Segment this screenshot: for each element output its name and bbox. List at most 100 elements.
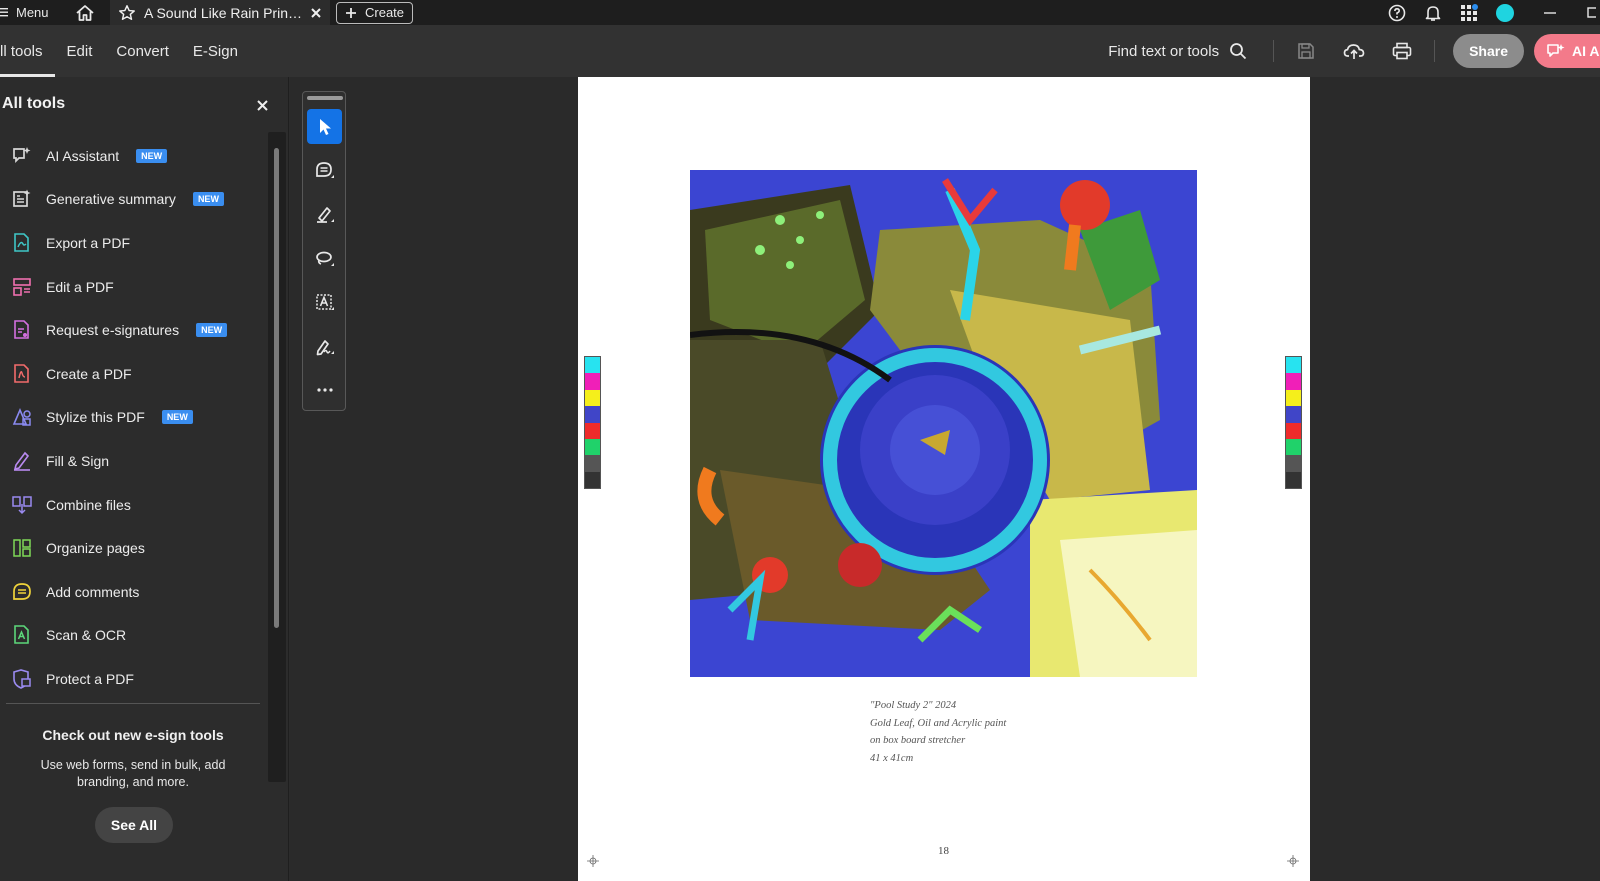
request-esignatures-icon bbox=[11, 319, 33, 341]
tool-item-combine-files[interactable]: Combine files bbox=[0, 483, 270, 527]
ai-assistant-icon bbox=[11, 145, 33, 167]
protect-pdf-icon bbox=[11, 668, 33, 690]
tool-item-fill-sign[interactable]: Fill & Sign bbox=[0, 439, 270, 483]
lasso-icon bbox=[315, 251, 334, 266]
color-registration-bar-right bbox=[1285, 356, 1302, 489]
scan-ocr-icon bbox=[11, 624, 33, 646]
tool-item-organize-pages[interactable]: Organize pages bbox=[0, 526, 270, 570]
bell-icon[interactable] bbox=[1424, 4, 1442, 22]
highlighter-icon bbox=[316, 206, 334, 223]
document-tab[interactable]: A Sound Like Rain Print ... bbox=[110, 0, 330, 25]
tool-item-label: Stylize this PDF bbox=[46, 409, 145, 426]
toolbar-divider bbox=[1273, 40, 1275, 62]
tool-item-label: Protect a PDF bbox=[46, 670, 134, 687]
home-button[interactable] bbox=[60, 0, 110, 25]
color-swatch bbox=[585, 357, 600, 374]
color-swatch bbox=[1286, 471, 1301, 489]
close-icon bbox=[256, 99, 268, 111]
sign-tool[interactable] bbox=[307, 329, 342, 364]
tool-item-label: Create a PDF bbox=[46, 365, 132, 382]
tool-item-label: Export a PDF bbox=[46, 234, 131, 251]
scrollbar-thumb[interactable] bbox=[274, 148, 279, 628]
crop-mark-right bbox=[1287, 855, 1299, 867]
tool-item-create-a-pdf[interactable]: Create a PDF bbox=[0, 352, 270, 396]
tool-item-label: Request e-signatures bbox=[46, 322, 180, 339]
tool-item-ai-assistant[interactable]: AI Assistant NEW bbox=[0, 134, 270, 178]
more-tools[interactable] bbox=[307, 372, 342, 407]
export-pdf-icon bbox=[11, 232, 33, 254]
see-all-button[interactable]: See All bbox=[95, 807, 173, 843]
draw-tool[interactable] bbox=[307, 241, 342, 276]
color-swatch bbox=[585, 471, 600, 489]
tab-esign[interactable]: E-Sign bbox=[181, 25, 250, 77]
color-swatch bbox=[1286, 373, 1301, 390]
tool-item-add-comments[interactable]: Add comments bbox=[0, 570, 270, 614]
panel-divider bbox=[6, 703, 260, 704]
color-swatch bbox=[585, 422, 600, 439]
color-swatch bbox=[1286, 389, 1301, 407]
stylize-pdf-icon bbox=[11, 406, 33, 428]
cloud-upload-icon bbox=[1343, 44, 1365, 59]
text-tool[interactable] bbox=[307, 285, 342, 320]
menu-button[interactable]: Menu bbox=[0, 0, 60, 25]
toolbar-actions: Find text or tools Share AI A bbox=[1108, 25, 1600, 77]
find-text-or-tools[interactable]: Find text or tools bbox=[1108, 42, 1265, 60]
create-button[interactable]: Create bbox=[336, 1, 414, 24]
combine-files-icon bbox=[11, 494, 33, 516]
create-label: Create bbox=[365, 5, 405, 20]
panel-title: All tools bbox=[2, 95, 66, 112]
plus-icon bbox=[346, 7, 356, 18]
panel-scrollbar[interactable] bbox=[268, 132, 286, 782]
tool-item-label: Add comments bbox=[46, 583, 140, 600]
tool-item-label: Edit a PDF bbox=[46, 278, 114, 295]
ai-button-label: AI A bbox=[1572, 43, 1600, 59]
color-swatch bbox=[585, 389, 600, 407]
highlight-tool[interactable] bbox=[307, 197, 342, 232]
printer-icon bbox=[1392, 42, 1412, 60]
tool-item-label: Scan & OCR bbox=[46, 627, 127, 644]
new-badge: NEW bbox=[196, 323, 228, 338]
ai-assistant-button[interactable]: AI A bbox=[1534, 34, 1600, 68]
caption-line: on box board stretcher bbox=[870, 735, 966, 746]
tab-edit[interactable]: Edit bbox=[55, 25, 105, 77]
tool-item-label: AI Assistant bbox=[46, 147, 120, 164]
all-tools-panel: All tools AI Assistant NEW Generative summ… bbox=[0, 77, 289, 881]
drag-handle[interactable] bbox=[307, 96, 343, 100]
minimize-icon[interactable] bbox=[1532, 4, 1568, 22]
document-canvas[interactable]: "Pool Study 2" 2024 Gold Leaf, Oil and A… bbox=[290, 77, 1600, 881]
help-icon[interactable] bbox=[1388, 4, 1406, 22]
sign-icon bbox=[316, 339, 334, 355]
organize-pages-icon bbox=[11, 537, 33, 559]
titlebar-actions bbox=[1388, 0, 1600, 25]
text-box-icon bbox=[315, 293, 334, 310]
print-button[interactable] bbox=[1384, 33, 1420, 69]
tool-item-protect-a-pdf[interactable]: Protect a PDF bbox=[0, 657, 270, 701]
caption-line: Gold Leaf, Oil and Acrylic paint bbox=[870, 717, 1007, 729]
tab-convert[interactable]: Convert bbox=[104, 25, 181, 77]
tool-item-label: Fill & Sign bbox=[46, 452, 110, 469]
upload-cloud-button[interactable] bbox=[1336, 33, 1372, 69]
promo-title: Check out new e-sign tools bbox=[42, 727, 224, 743]
tool-item-generative-summary[interactable]: Generative summary NEW bbox=[0, 178, 270, 222]
apps-grid-icon[interactable] bbox=[1460, 3, 1478, 22]
tool-item-request-e-signatures[interactable]: Request e-signatures NEW bbox=[0, 308, 270, 352]
select-tool[interactable] bbox=[307, 109, 342, 144]
tool-item-export-a-pdf[interactable]: Export a PDF bbox=[0, 221, 270, 265]
tool-item-scan-ocr[interactable]: Scan & OCR bbox=[0, 614, 270, 658]
close-panel-button[interactable] bbox=[252, 95, 272, 115]
share-button[interactable]: Share bbox=[1453, 34, 1524, 68]
generative-summary-icon bbox=[11, 188, 33, 210]
artwork-caption: "Pool Study 2" 2024 Gold Leaf, Oil and A… bbox=[870, 697, 1006, 767]
user-avatar[interactable] bbox=[1496, 3, 1514, 22]
pdf-page[interactable]: "Pool Study 2" 2024 Gold Leaf, Oil and A… bbox=[578, 77, 1310, 881]
comment-tool[interactable] bbox=[307, 153, 342, 188]
document-tab-title: A Sound Like Rain Print ... bbox=[144, 4, 302, 21]
tool-item-stylize-this-pdf[interactable]: Stylize this PDF NEW bbox=[0, 396, 270, 440]
save-button[interactable] bbox=[1288, 33, 1324, 69]
star-icon[interactable] bbox=[118, 4, 136, 22]
close-tab-icon[interactable] bbox=[310, 7, 322, 19]
edit-pdf-icon bbox=[11, 276, 33, 298]
maximize-icon[interactable] bbox=[1586, 4, 1596, 22]
tool-item-edit-a-pdf[interactable]: Edit a PDF bbox=[0, 265, 270, 309]
tab-all-tools[interactable]: ll tools bbox=[0, 25, 55, 77]
